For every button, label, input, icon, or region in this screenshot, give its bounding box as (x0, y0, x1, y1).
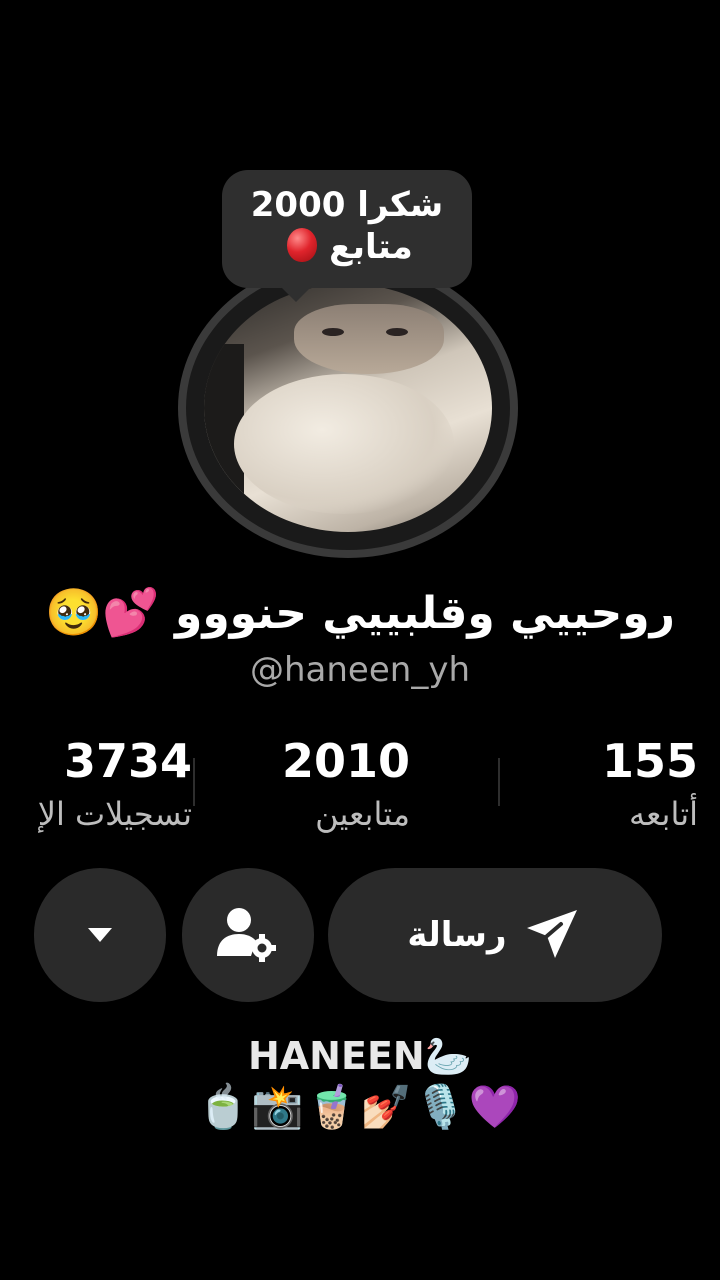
balloon-icon (287, 227, 318, 262)
likes-label: تسجيلات الإ (37, 795, 192, 833)
profile-avatar[interactable] (178, 258, 518, 558)
username-handle: @haneen_yh (250, 650, 470, 690)
avatar-photo (204, 284, 492, 532)
likes-count: 3734 (63, 734, 192, 788)
stat-followers[interactable]: 2010 متابعين (282, 730, 410, 836)
stat-following[interactable]: 155 أتابعه (602, 730, 698, 836)
milestone-line2: متابع (329, 227, 413, 267)
send-icon (526, 910, 577, 958)
following-label: أتابعه (628, 795, 698, 833)
display-name-emojis: 🥹💕 (45, 585, 160, 639)
message-button[interactable]: رسالة (328, 868, 662, 1002)
follow-settings-button[interactable] (182, 868, 314, 1002)
followers-label: متابعين (315, 795, 410, 833)
more-dropdown-button[interactable] (34, 868, 166, 1002)
display-name: روحييي وقلبييي حنووو (174, 588, 675, 639)
following-count: 155 (601, 734, 698, 788)
user-settings-icon (217, 908, 276, 962)
message-label: رسالة (407, 915, 507, 955)
caret-down-icon (88, 928, 112, 942)
milestone-line1: شكرا 2000 (250, 185, 444, 225)
stat-divider (193, 758, 195, 806)
bio-title: HANEEN🦢 (247, 1034, 473, 1078)
milestone-bubble[interactable]: شكرا 2000 متابع (222, 170, 472, 302)
followers-count: 2010 (281, 734, 410, 788)
milestone-line2-row: متابع (222, 226, 472, 268)
stat-divider (498, 758, 500, 806)
stat-likes[interactable]: 3734 تسجيلات الإ (38, 730, 192, 836)
bio-emojis: 🍵📸🧋💅🏻🎙️💜 (197, 1082, 523, 1131)
